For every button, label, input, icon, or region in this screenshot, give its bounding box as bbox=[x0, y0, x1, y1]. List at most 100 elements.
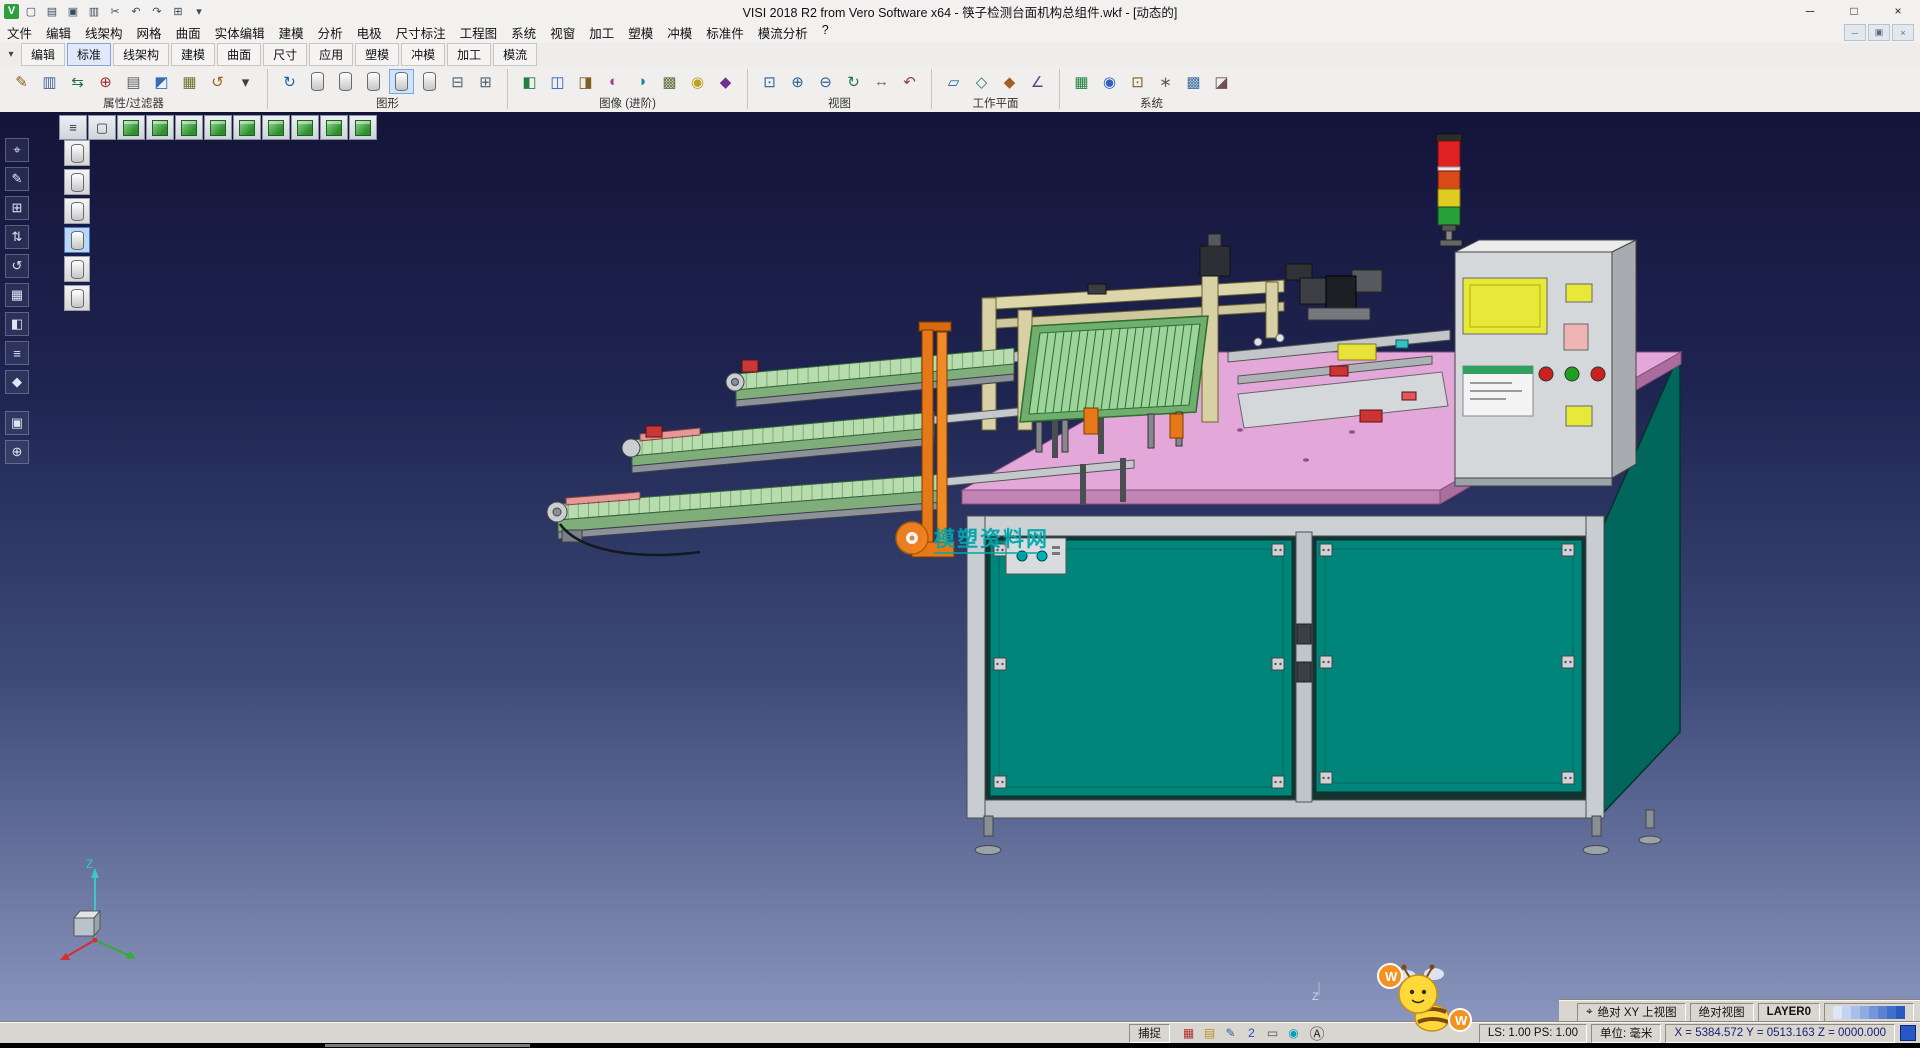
redo-icon[interactable]: ↷ bbox=[148, 3, 166, 19]
cut-icon[interactable]: ✂ bbox=[106, 3, 124, 19]
world-icon[interactable]: ◉ bbox=[1285, 1025, 1302, 1042]
menu-item-18[interactable]: ? bbox=[815, 21, 836, 44]
diamond-select-icon[interactable]: ◆ bbox=[5, 370, 29, 394]
menu-item-8[interactable]: 电极 bbox=[350, 21, 389, 44]
shaded-view-icon[interactable]: ◧ bbox=[517, 69, 542, 94]
level-slot-2[interactable] bbox=[64, 169, 90, 195]
level-slot-1[interactable] bbox=[64, 140, 90, 166]
view-bottom-button[interactable] bbox=[291, 115, 319, 140]
workplane-new-icon[interactable]: ◇ bbox=[969, 69, 994, 94]
view-iso-button[interactable] bbox=[117, 115, 145, 140]
menu-item-3[interactable]: 网格 bbox=[130, 21, 169, 44]
zoom-fit-icon[interactable]: ⊡ bbox=[757, 69, 782, 94]
mdi-close-button[interactable]: × bbox=[1892, 24, 1914, 41]
refresh-graphics-icon[interactable]: ↻ bbox=[277, 69, 302, 94]
menu-item-0[interactable]: 文件 bbox=[0, 21, 39, 44]
tab-9[interactable]: 加工 bbox=[447, 43, 491, 66]
system-snap-icon[interactable]: ◉ bbox=[1097, 69, 1122, 94]
menu-item-5[interactable]: 实体编辑 bbox=[208, 21, 272, 44]
viewport-canvas[interactable]: 模塑资料网 Z Z bbox=[0, 112, 1920, 1023]
attribute-copy-icon[interactable]: ▥ bbox=[37, 69, 62, 94]
zoom-out-icon[interactable]: ⊖ bbox=[813, 69, 838, 94]
menu-item-9[interactable]: 尺寸标注 bbox=[389, 21, 453, 44]
tab-6[interactable]: 应用 bbox=[309, 43, 353, 66]
add-entity-icon[interactable]: ⊕ bbox=[5, 440, 29, 464]
level-group-icon[interactable]: ⊟ bbox=[445, 69, 470, 94]
level-cylinder-2-icon[interactable] bbox=[333, 69, 358, 94]
tab-4[interactable]: 曲面 bbox=[217, 43, 261, 66]
menu-item-15[interactable]: 冲模 bbox=[660, 21, 699, 44]
level-active-icon[interactable] bbox=[389, 69, 414, 94]
view-front-button[interactable] bbox=[146, 115, 174, 140]
move-vertical-icon[interactable]: ⇅ bbox=[5, 225, 29, 249]
view-mode-cell[interactable]: 绝对视图 bbox=[1690, 1003, 1754, 1022]
zoom-window-icon[interactable]: ⌖ bbox=[5, 138, 29, 162]
count-badge[interactable]: 2 bbox=[1243, 1025, 1260, 1042]
close-button[interactable]: × bbox=[1876, 0, 1920, 22]
menu-item-14[interactable]: 塑模 bbox=[621, 21, 660, 44]
zoom-in-icon[interactable]: ⊕ bbox=[785, 69, 810, 94]
rotate-icon[interactable]: ↺ bbox=[5, 254, 29, 278]
filter-color-icon[interactable]: ◩ bbox=[149, 69, 174, 94]
menu-item-12[interactable]: 视窗 bbox=[543, 21, 582, 44]
view-left-button[interactable] bbox=[204, 115, 232, 140]
menu-item-7[interactable]: 分析 bbox=[311, 21, 350, 44]
system-grid-icon[interactable]: ▦ bbox=[1069, 69, 1094, 94]
annotation-icon[interactable]: ✎ bbox=[1222, 1025, 1239, 1042]
filter-add-icon[interactable]: ⊕ bbox=[93, 69, 118, 94]
view-list-button[interactable]: ≡ bbox=[59, 115, 87, 140]
menu-item-11[interactable]: 系统 bbox=[504, 21, 543, 44]
undo-icon[interactable]: ↶ bbox=[127, 3, 145, 19]
open-file-icon[interactable]: ▤ bbox=[43, 3, 61, 19]
assist-icon[interactable]: Ⓐ bbox=[1308, 1024, 1326, 1042]
tab-2[interactable]: 线架构 bbox=[113, 43, 169, 66]
grid-snap-icon[interactable]: ⊞ bbox=[5, 196, 29, 220]
printer-icon[interactable]: ▭ bbox=[1264, 1025, 1281, 1042]
level-cylinder-1-icon[interactable] bbox=[305, 69, 330, 94]
system-info-icon[interactable]: ◪ bbox=[1209, 69, 1234, 94]
attribute-edit-icon[interactable]: ✎ bbox=[9, 69, 34, 94]
save-icon[interactable]: ▣ bbox=[64, 3, 82, 19]
layers-icon[interactable]: ▤ bbox=[1201, 1025, 1218, 1042]
menu-item-4[interactable]: 曲面 bbox=[169, 21, 208, 44]
grid-view-icon[interactable]: ⊞ bbox=[169, 3, 187, 19]
texture-icon[interactable]: ▩ bbox=[657, 69, 682, 94]
previous-view-icon[interactable]: ↶ bbox=[897, 69, 922, 94]
render-icon[interactable]: ◆ bbox=[713, 69, 738, 94]
tab-overflow-icon[interactable]: ▾ bbox=[3, 49, 19, 60]
list-icon[interactable]: ≡ bbox=[5, 341, 29, 365]
view-reset-button[interactable]: ▢ bbox=[88, 115, 116, 140]
menu-item-10[interactable]: 工程图 bbox=[453, 21, 505, 44]
layer-cell[interactable]: LAYER0 bbox=[1758, 1003, 1820, 1022]
edit-entity-icon[interactable]: ✎ bbox=[5, 167, 29, 191]
layer-palette-cell[interactable] bbox=[1824, 1003, 1914, 1022]
solid-box-icon[interactable]: ▣ bbox=[5, 411, 29, 435]
view-top-button[interactable] bbox=[262, 115, 290, 140]
mdi-restore-button[interactable]: ▣ bbox=[1868, 24, 1890, 41]
system-settings-icon[interactable]: ∗ bbox=[1153, 69, 1178, 94]
mesh-icon[interactable]: ▦ bbox=[5, 283, 29, 307]
workplane-align-icon[interactable]: ◆ bbox=[997, 69, 1022, 94]
level-slot-5[interactable] bbox=[64, 256, 90, 282]
tab-5[interactable]: 尺寸 bbox=[263, 43, 307, 66]
level-cylinder-5-icon[interactable] bbox=[417, 69, 442, 94]
maximize-button[interactable]: □ bbox=[1832, 0, 1876, 22]
view-iso3-button[interactable] bbox=[349, 115, 377, 140]
pan-view-icon[interactable]: ↔ bbox=[869, 69, 894, 94]
section-view-icon[interactable]: ◐ bbox=[601, 69, 626, 94]
workplane-xy-icon[interactable]: ▱ bbox=[941, 69, 966, 94]
wireframe-view-icon[interactable]: ◫ bbox=[545, 69, 570, 94]
tab-1[interactable]: 标准 bbox=[67, 43, 111, 66]
menu-item-1[interactable]: 编辑 bbox=[39, 21, 78, 44]
tab-3[interactable]: 建模 bbox=[171, 43, 215, 66]
workplane-normal-icon[interactable]: ∠ bbox=[1025, 69, 1050, 94]
units-cell[interactable]: 单位: 毫米 bbox=[1591, 1024, 1661, 1043]
tab-10[interactable]: 模流 bbox=[493, 43, 537, 66]
filter-type-icon[interactable]: ▦ bbox=[177, 69, 202, 94]
filter-options-icon[interactable]: ▾ bbox=[233, 69, 258, 94]
menu-item-17[interactable]: 模流分析 bbox=[751, 21, 815, 44]
tab-0[interactable]: 编辑 bbox=[21, 43, 65, 66]
hidden-line-icon[interactable]: ◨ bbox=[573, 69, 598, 94]
new-file-icon[interactable]: ▢ bbox=[22, 3, 40, 19]
system-macro-icon[interactable]: ▩ bbox=[1181, 69, 1206, 94]
